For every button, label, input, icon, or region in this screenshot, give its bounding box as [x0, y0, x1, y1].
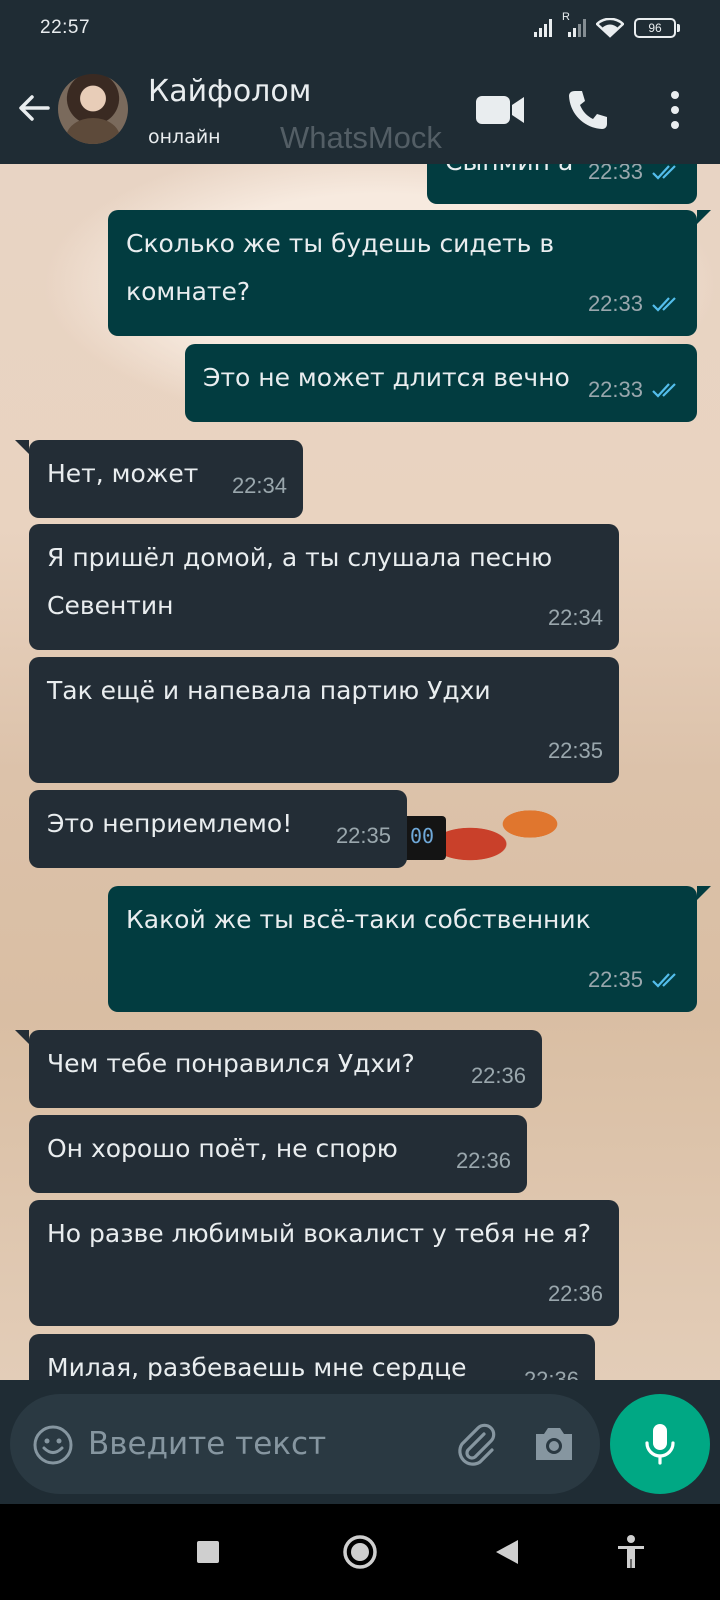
message-time: 22:35	[335, 823, 391, 848]
message-meta: 22:33	[588, 280, 681, 328]
message-text: Он хорошо поёт, не спорю	[47, 1134, 398, 1163]
message-outgoing[interactable]: Сынмин а 22:33	[427, 164, 697, 204]
message-time: 22:35	[547, 738, 603, 763]
message-meta: 22:34	[232, 462, 287, 510]
read-ticks-icon	[652, 973, 676, 988]
message-meta: 22:35	[588, 956, 681, 1004]
message-meta: 22:33	[588, 164, 681, 196]
message-time: 22:36	[455, 1148, 511, 1173]
message-incoming[interactable]: Он хорошо поёт, не спорю 22:36	[29, 1115, 527, 1193]
message-time: 22:34	[231, 473, 287, 498]
message-incoming[interactable]: Так ещё и напевала партию Удxи 22:35	[29, 657, 619, 783]
message-text: Чем тебе понравился Удxи?	[47, 1049, 415, 1078]
read-ticks-icon	[652, 297, 676, 312]
status-icons: R 96	[534, 11, 680, 38]
read-ticks-icon	[652, 383, 676, 398]
back-nav-icon[interactable]	[494, 1538, 520, 1566]
message-incoming[interactable]: Но разве любимый вокалист у тебя не я? 2…	[29, 1200, 619, 1326]
voice-record-button[interactable]	[610, 1394, 710, 1494]
message-time: 22:36	[523, 1367, 579, 1380]
message-time: 22:36	[547, 1281, 603, 1306]
message-meta: 22:35	[336, 812, 391, 860]
message-time: 22:33	[587, 377, 643, 402]
message-composer	[10, 1394, 600, 1494]
message-text: Я пришёл домой, а ты слушала песню Севен…	[47, 543, 553, 620]
message-time: 22:33	[587, 291, 643, 316]
back-arrow-icon[interactable]	[16, 90, 52, 126]
signal-roaming-icon: R	[562, 11, 586, 37]
attach-icon[interactable]	[454, 1422, 500, 1468]
message-meta: 22:36	[471, 1052, 526, 1100]
recents-icon[interactable]	[196, 1540, 220, 1564]
more-vert-icon[interactable]	[660, 88, 690, 132]
app-watermark: WhatsMock	[280, 120, 442, 155]
message-outgoing[interactable]: Сколько же ты будешь сидеть в комнате? 2…	[108, 210, 711, 336]
system-nav-bar	[0, 1504, 720, 1600]
message-meta: 22:34	[548, 594, 603, 642]
message-incoming[interactable]: Чем тебе понравился Удxи? 22:36	[15, 1030, 542, 1108]
message-incoming[interactable]: Это неприемлемо! 22:35	[29, 790, 407, 868]
accessibility-icon[interactable]	[616, 1534, 646, 1570]
message-time: 22:35	[587, 967, 643, 992]
emoji-icon[interactable]	[32, 1424, 74, 1466]
message-meta: 22:33	[588, 366, 681, 414]
status-bar: 22:57 R 96	[0, 0, 720, 56]
phone-call-icon[interactable]	[566, 88, 610, 132]
battery-icon: 96	[634, 18, 680, 38]
microphone-icon	[645, 1424, 675, 1465]
message-time: 22:34	[547, 605, 603, 630]
roaming-label: R	[562, 11, 570, 23]
message-input[interactable]	[88, 1414, 428, 1474]
battery-level: 96	[648, 21, 662, 35]
message-text: Милая, разбеваешь мне сердце	[47, 1353, 467, 1380]
status-time: 22:57	[40, 17, 91, 38]
message-text: Какой же ты всё-таки собственник	[126, 905, 591, 934]
message-incoming[interactable]: Нет, может 22:34	[15, 440, 303, 518]
wifi-icon	[596, 18, 624, 38]
message-meta: 22:36	[548, 1270, 603, 1318]
video-call-icon[interactable]	[474, 92, 526, 128]
read-ticks-icon	[652, 165, 676, 180]
signal-icon	[534, 19, 552, 37]
message-text: Так ещё и напевала партию Удxи	[47, 676, 491, 705]
message-text: Сколько же ты будешь сидеть в комнате?	[126, 229, 555, 306]
message-time: 22:36	[470, 1063, 526, 1088]
message-meta: 22:36	[456, 1137, 511, 1185]
message-meta: 22:36	[524, 1356, 579, 1380]
contact-status: онлайн	[148, 126, 221, 148]
message-incoming[interactable]: Я пришёл домой, а ты слушала песню Севен…	[29, 524, 619, 650]
chat-area[interactable]: 00 Сынмин а 22:33 Сколько же ты будешь с…	[0, 164, 720, 1380]
message-meta: 22:35	[548, 727, 603, 775]
message-time: 22:33	[587, 164, 643, 184]
message-outgoing[interactable]: Это не может длится вечно 22:33	[185, 344, 697, 422]
home-icon[interactable]	[342, 1534, 378, 1570]
chat-header: Кайфолом онлайн WhatsMock	[0, 56, 720, 164]
contact-name[interactable]: Кайфолом	[148, 74, 311, 109]
message-text: Но разве любимый вокалист у тебя не я?	[47, 1219, 592, 1248]
message-outgoing[interactable]: Какой же ты всё-таки собственник 22:35	[108, 886, 711, 1012]
message-incoming[interactable]: Милая, разбеваешь мне сердце 22:36	[29, 1334, 595, 1380]
camera-icon[interactable]	[532, 1424, 576, 1464]
contact-avatar[interactable]	[58, 74, 128, 144]
